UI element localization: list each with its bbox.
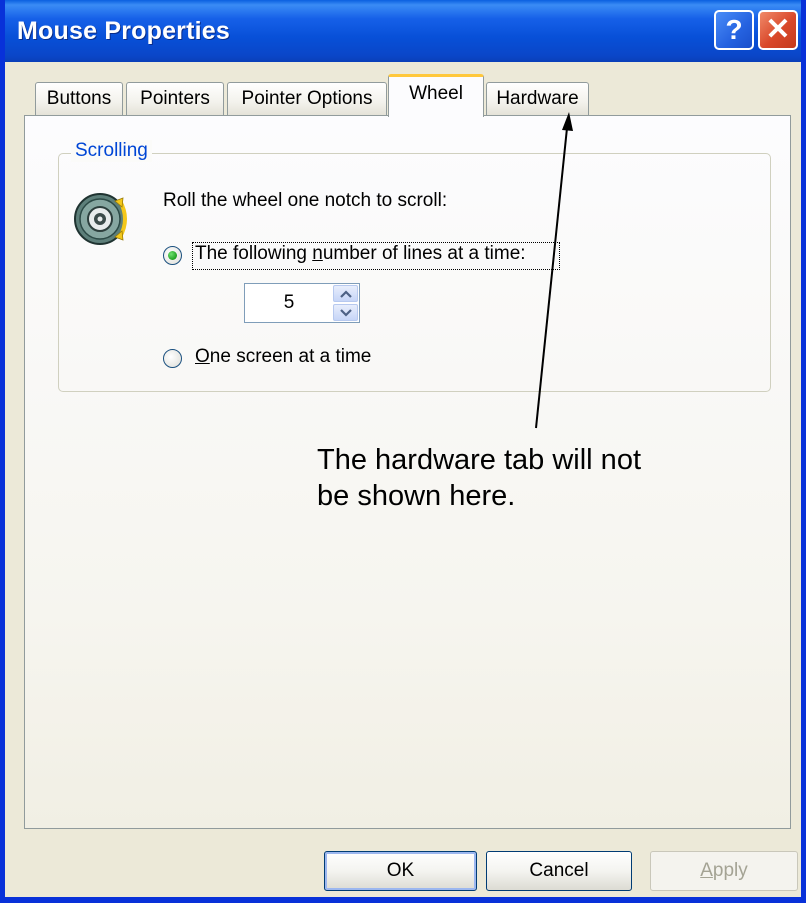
- scrolling-group: Scrolling Roll the wheel one notch to sc…: [58, 140, 771, 392]
- apply-button[interactable]: Apply: [650, 851, 798, 891]
- tab-hardware[interactable]: Hardware: [486, 82, 589, 115]
- radio-lines-label[interactable]: The following number of lines at a time:: [195, 243, 526, 265]
- tab-wheel[interactable]: Wheel: [388, 74, 484, 117]
- scrolling-group-label: Scrolling: [71, 140, 152, 162]
- spin-up-icon[interactable]: [333, 285, 358, 302]
- annotation-line-1: The hardware tab will not: [317, 444, 641, 476]
- ok-button[interactable]: OK: [324, 851, 477, 891]
- annotation-line-2: be shown here.: [317, 480, 516, 512]
- spin-down-icon[interactable]: [333, 304, 358, 321]
- lines-spinner[interactable]: 5: [244, 283, 360, 323]
- tab-buttons[interactable]: Buttons: [35, 82, 123, 115]
- radio-one-screen-label[interactable]: One screen at a time: [195, 346, 371, 368]
- tab-strip: Buttons Pointers Pointer Options Wheel H…: [5, 0, 801, 120]
- lines-value[interactable]: 5: [245, 284, 333, 322]
- annotation-text: The hardware tab will not be shown here.: [317, 442, 757, 514]
- tab-pointer-options[interactable]: Pointer Options: [227, 82, 387, 115]
- radio-one-screen[interactable]: [163, 349, 182, 368]
- tab-pointers[interactable]: Pointers: [126, 82, 224, 115]
- radio-lines-at-a-time[interactable]: [163, 246, 182, 265]
- cancel-button[interactable]: Cancel: [486, 851, 632, 891]
- mouse-wheel-icon: [74, 193, 127, 245]
- scroll-instruction: Roll the wheel one notch to scroll:: [163, 190, 448, 211]
